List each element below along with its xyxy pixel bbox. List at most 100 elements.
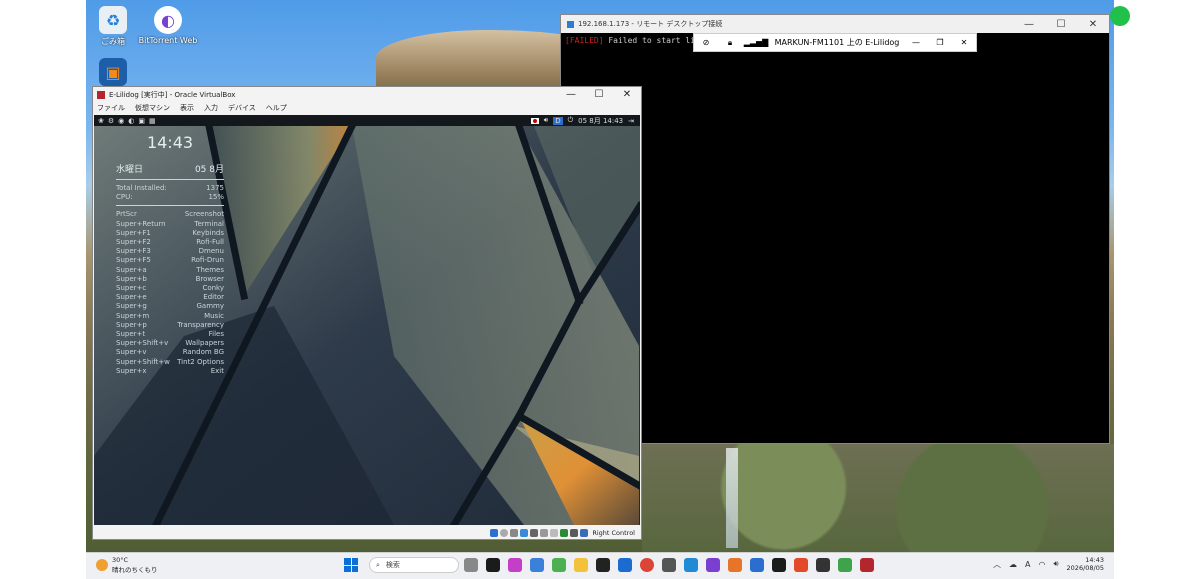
- pin-icon[interactable]: ⊘: [694, 38, 718, 47]
- hdd-icon[interactable]: [490, 529, 499, 537]
- vbox-close-button[interactable]: ✕: [613, 89, 641, 100]
- network-icon[interactable]: [520, 529, 529, 537]
- shared-folder-icon[interactable]: [540, 529, 549, 537]
- menu-view[interactable]: 表示: [180, 103, 194, 113]
- app-icon[interactable]: [750, 558, 764, 572]
- menu-help[interactable]: ヘルプ: [266, 103, 287, 113]
- widgets-icon[interactable]: [486, 558, 500, 572]
- task-view-icon[interactable]: [464, 558, 478, 572]
- menu-file[interactable]: ファイル: [97, 103, 125, 113]
- onedrive-icon[interactable]: ☁: [1009, 560, 1017, 569]
- taskbar-time: 14:43: [1085, 556, 1104, 564]
- rdp-title-bar[interactable]: 192.168.1.173 - リモート デスクトップ接続 — ☐ ✕: [561, 15, 1109, 33]
- green-circle-icon: [1110, 6, 1130, 26]
- weather-widget[interactable]: 30°C 晴れのちくもり: [96, 556, 158, 574]
- weather-desc: 晴れのちくもり: [112, 566, 158, 574]
- photos-icon[interactable]: [530, 558, 544, 572]
- shortcut-action: Themes: [196, 265, 224, 274]
- remote-desktop-window[interactable]: 192.168.1.173 - リモート デスクトップ接続 — ☐ ✕ [FAI…: [560, 14, 1110, 444]
- app-icon[interactable]: [662, 558, 676, 572]
- shortcut-row: Super+a Themes: [116, 266, 224, 275]
- vbox-maximize-button[interactable]: ☐: [585, 89, 613, 100]
- app-icon[interactable]: [838, 558, 852, 572]
- menu-machine[interactable]: 仮想マシン: [135, 103, 170, 113]
- globe-icon[interactable]: ◉: [118, 117, 124, 125]
- audio-icon[interactable]: [510, 529, 519, 537]
- bar-minimize-button[interactable]: —: [904, 38, 928, 47]
- menu-input[interactable]: 入力: [204, 103, 218, 113]
- signal-icon[interactable]: ▂▃▅▇: [742, 38, 770, 47]
- settings-icon[interactable]: ⚙: [108, 117, 114, 125]
- app-icon[interactable]: [684, 558, 698, 572]
- image-icon[interactable]: ▣: [138, 117, 145, 125]
- d-icon[interactable]: D: [553, 116, 563, 125]
- power-status-icon[interactable]: ⏻: [568, 116, 574, 125]
- virtualbox-taskbar-icon[interactable]: [860, 558, 874, 572]
- app-icon[interactable]: [816, 558, 830, 572]
- shortcut-key: Super+p: [116, 320, 147, 329]
- bar-close-button[interactable]: ✕: [952, 38, 976, 47]
- desktop-icon-virtualbox[interactable]: ▣: [83, 58, 143, 86]
- edge-icon[interactable]: [618, 558, 632, 572]
- vbox-title-bar[interactable]: E-Lilidog [実行中] - Oracle VirtualBox — ☐ …: [93, 87, 641, 102]
- desktop-icon-bittorrent[interactable]: ◐ BitTorrent Web: [138, 6, 198, 45]
- bar-restore-button[interactable]: ❐: [928, 38, 952, 47]
- taskbar-clock[interactable]: 14:43 2026/08/05: [1067, 556, 1104, 572]
- shortcut-row: Super+t Files: [116, 330, 224, 339]
- lock-icon[interactable]: 🔒︎: [718, 38, 742, 48]
- stat-label: Total Installed:: [116, 184, 167, 192]
- shortcut-action: Terminal: [194, 219, 224, 228]
- logout-icon[interactable]: ⇥: [628, 117, 634, 125]
- recording-icon[interactable]: [560, 529, 569, 537]
- minimize-button[interactable]: —: [1013, 19, 1045, 30]
- contrast-icon[interactable]: ◐: [128, 117, 134, 125]
- file-explorer-icon[interactable]: [574, 558, 588, 572]
- shortcut-row: Super+c Conky: [116, 284, 224, 293]
- usb-icon[interactable]: [530, 529, 539, 537]
- store-icon[interactable]: [552, 558, 566, 572]
- chevron-up-icon[interactable]: ︿: [993, 559, 1001, 570]
- display-icon[interactable]: [550, 529, 559, 537]
- shortcut-key: Super+Shift+v: [116, 339, 169, 348]
- menu-devices[interactable]: デバイス: [228, 103, 256, 113]
- shortcut-action: Transparency: [177, 320, 224, 329]
- rdp-connection-bar[interactable]: ⊘ 🔒︎ ▂▃▅▇ MARKUN-FM1101 上の E-Lilidog — ❐…: [693, 33, 977, 52]
- mouse-integration-icon[interactable]: [580, 529, 589, 537]
- desktop-icon-recycle-bin[interactable]: ♻ ごみ箱: [83, 6, 143, 47]
- app-icon[interactable]: [794, 558, 808, 572]
- terminal-icon[interactable]: [596, 558, 610, 572]
- cpu-icon[interactable]: [570, 529, 579, 537]
- volume-icon[interactable]: 🔊︎: [1053, 559, 1058, 569]
- conky-stat-row: Total Installed: 1375: [116, 184, 224, 193]
- ime-indicator[interactable]: A: [1025, 560, 1030, 569]
- close-button[interactable]: ✕: [1077, 19, 1109, 30]
- stat-value: 15%: [208, 193, 224, 202]
- shortcut-row: PrtScr Screenshot: [116, 210, 224, 219]
- shortcut-key: Super+F3: [116, 247, 151, 256]
- shortcut-action: Editor: [203, 293, 224, 302]
- panel-date: 05 8月 14:43: [578, 116, 624, 125]
- vbox-minimize-button[interactable]: —: [557, 89, 585, 100]
- app-icon[interactable]: [728, 558, 742, 572]
- virtualbox-window[interactable]: E-Lilidog [実行中] - Oracle VirtualBox — ☐ …: [92, 86, 642, 540]
- taskbar-date: 2026/08/05: [1066, 564, 1104, 572]
- shortcut-row: Super+Return Terminal: [116, 220, 224, 229]
- conky-stat-row: CPU: 15%: [116, 193, 224, 202]
- optical-drive-icon[interactable]: [500, 529, 509, 537]
- shortcut-row: Super+Shift+v Wallpapers: [116, 339, 224, 348]
- guest-screen[interactable]: ❀ ⚙ ◉ ◐ ▣ ▦ 🔊︎ D ⏻ 05 8月 14:43 ⇥ 14:43 水…: [94, 115, 640, 525]
- recycle-bin-icon: ♻: [99, 6, 127, 34]
- app-icon[interactable]: [706, 558, 720, 572]
- paw-icon[interactable]: ❀: [98, 117, 104, 125]
- volume-icon[interactable]: 🔊︎: [544, 116, 548, 125]
- copilot-icon[interactable]: [508, 558, 522, 572]
- wifi-icon[interactable]: ◠: [1039, 560, 1046, 569]
- shortcut-action: Rofi-Full: [196, 238, 224, 247]
- app-icon[interactable]: [772, 558, 786, 572]
- flag-icon[interactable]: [530, 117, 539, 124]
- search-box[interactable]: ⌕ 検索: [369, 557, 459, 573]
- grid-icon[interactable]: ▦: [149, 117, 156, 125]
- chrome-icon[interactable]: [640, 558, 654, 572]
- maximize-button[interactable]: ☐: [1045, 19, 1077, 30]
- start-button[interactable]: [344, 558, 358, 572]
